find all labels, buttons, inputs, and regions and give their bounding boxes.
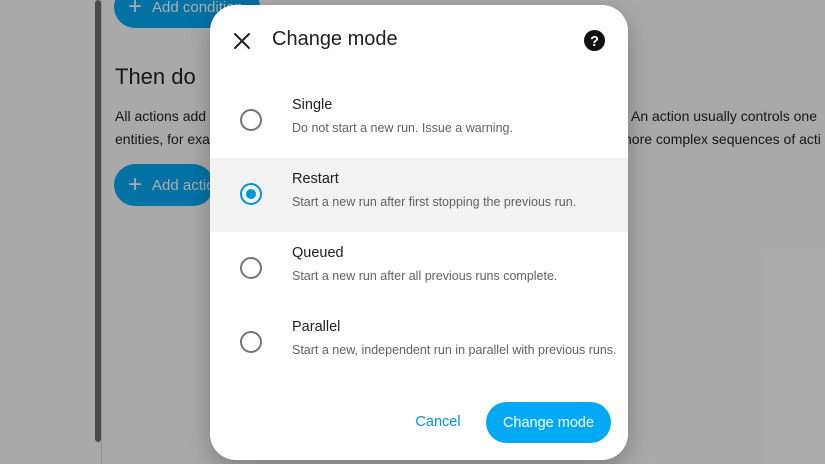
mode-option-parallel[interactable]: Parallel Start a new, independent run in… [210,306,628,380]
option-label: Queued [292,245,344,261]
mode-option-single[interactable]: Single Do not start a new run. Issue a w… [210,84,628,158]
option-label: Restart [292,171,339,187]
option-label: Parallel [292,319,341,335]
dialog-title: Change mode [272,28,398,50]
svg-text:?: ? [590,34,599,50]
radio-single[interactable] [240,109,262,131]
radio-queued[interactable] [240,257,262,279]
radio-restart[interactable] [240,183,262,205]
mode-option-queued[interactable]: Queued Start a new run after all previou… [210,232,628,306]
option-description: Start a new run after all previous runs … [292,269,558,283]
cancel-button[interactable]: Cancel [402,402,474,442]
close-icon[interactable] [230,29,254,53]
option-description: Start a new, independent run in parallel… [292,343,617,357]
option-description: Start a new run after first stopping the… [292,195,577,209]
help-circle-icon[interactable]: ? [583,29,606,52]
radio-parallel[interactable] [240,331,262,353]
option-description: Do not start a new run. Issue a warning. [292,121,513,135]
option-label: Single [292,97,333,113]
change-mode-button[interactable]: Change mode [486,402,611,443]
mode-option-restart[interactable]: Restart Start a new run after first stop… [210,158,628,232]
